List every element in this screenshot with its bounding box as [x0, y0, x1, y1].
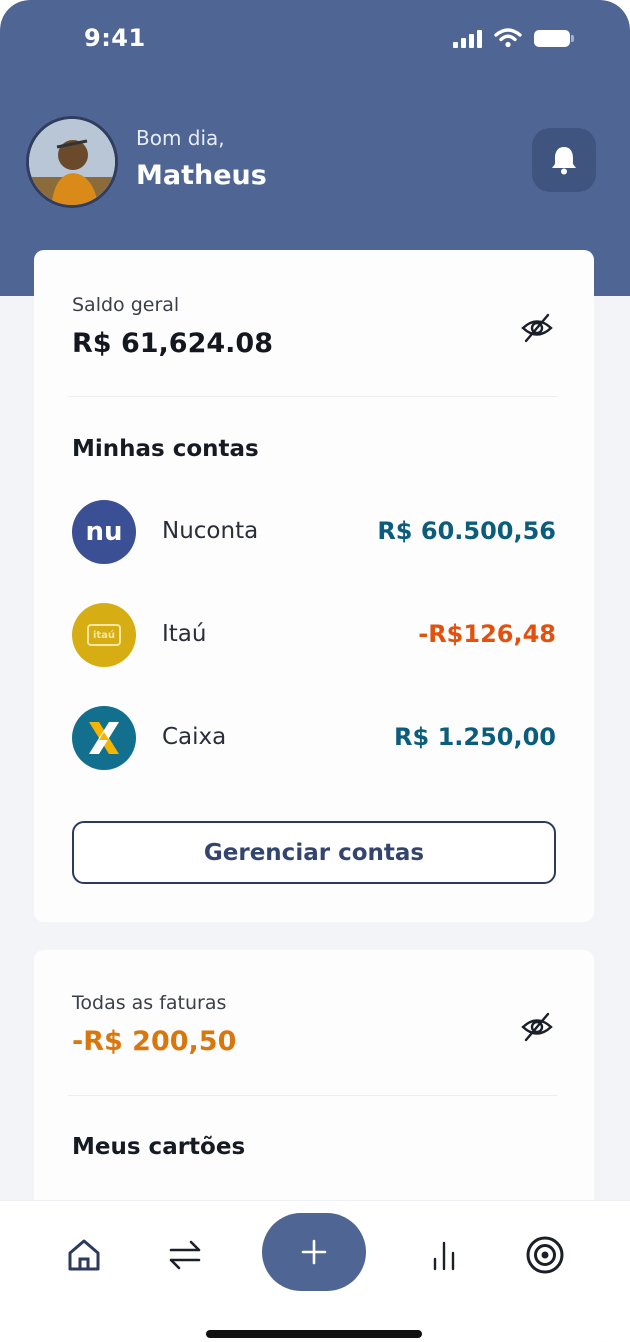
cards-title: Meus cartões — [72, 1134, 246, 1160]
account-name: Nuconta — [162, 518, 259, 544]
caixa-logo-icon — [72, 706, 136, 770]
account-name: Itaú — [162, 621, 207, 647]
account-balance: -R$126,48 — [418, 620, 556, 648]
signal-icon — [453, 28, 482, 48]
accounts-card: Saldo geral R$ 61,624.08 Minhas contas n… — [34, 250, 594, 922]
account-balance: R$ 60.500,56 — [377, 517, 556, 545]
wifi-icon — [494, 28, 522, 48]
invoices-amount: -R$ 200,50 — [72, 1026, 237, 1057]
greeting-text: Bom dia, — [136, 126, 225, 150]
account-row-caixa[interactable]: Caixa R$ 1.250,00 — [72, 706, 556, 770]
eye-off-icon[interactable] — [520, 311, 554, 345]
user-name: Matheus — [136, 160, 267, 191]
bell-icon — [552, 147, 576, 175]
notifications-button[interactable] — [532, 128, 596, 192]
account-balance: R$ 1.250,00 — [394, 723, 556, 751]
transfer-icon — [169, 1240, 201, 1270]
invoices-label: Todas as faturas — [72, 992, 227, 1014]
status-icons — [453, 28, 574, 48]
target-icon — [526, 1236, 564, 1274]
chart-icon — [433, 1241, 455, 1271]
itau-logo-icon: itaú — [72, 603, 136, 667]
home-indicator — [206, 1330, 422, 1338]
phone-screen: 9:41 Bom dia, Matheus Saldo geral R$ 61,… — [0, 0, 630, 1342]
status-time: 9:41 — [84, 24, 146, 52]
account-row-nuconta[interactable]: nu Nuconta R$ 60.500,56 — [72, 500, 556, 564]
nav-goals[interactable] — [523, 1233, 567, 1277]
avatar[interactable] — [26, 116, 118, 208]
nubank-logo-icon: nu — [72, 500, 136, 564]
accounts-title: Minhas contas — [72, 436, 259, 462]
battery-icon — [534, 29, 574, 47]
nav-home[interactable] — [62, 1233, 106, 1277]
nav-reports[interactable] — [422, 1233, 466, 1277]
nav-transfers[interactable] — [163, 1233, 207, 1277]
add-button[interactable] — [262, 1213, 366, 1291]
eye-off-icon[interactable] — [520, 1010, 554, 1044]
home-icon — [68, 1239, 100, 1271]
manage-accounts-button[interactable]: Gerenciar contas — [72, 821, 556, 884]
account-name: Caixa — [162, 724, 227, 750]
add-icon — [301, 1239, 327, 1265]
overall-balance-label: Saldo geral — [72, 294, 180, 316]
overall-balance-amount: R$ 61,624.08 — [72, 328, 273, 359]
account-row-itau[interactable]: itaú Itaú -R$126,48 — [72, 603, 556, 667]
divider — [68, 1095, 558, 1096]
divider — [68, 396, 558, 397]
bottom-navigation — [0, 1200, 630, 1342]
